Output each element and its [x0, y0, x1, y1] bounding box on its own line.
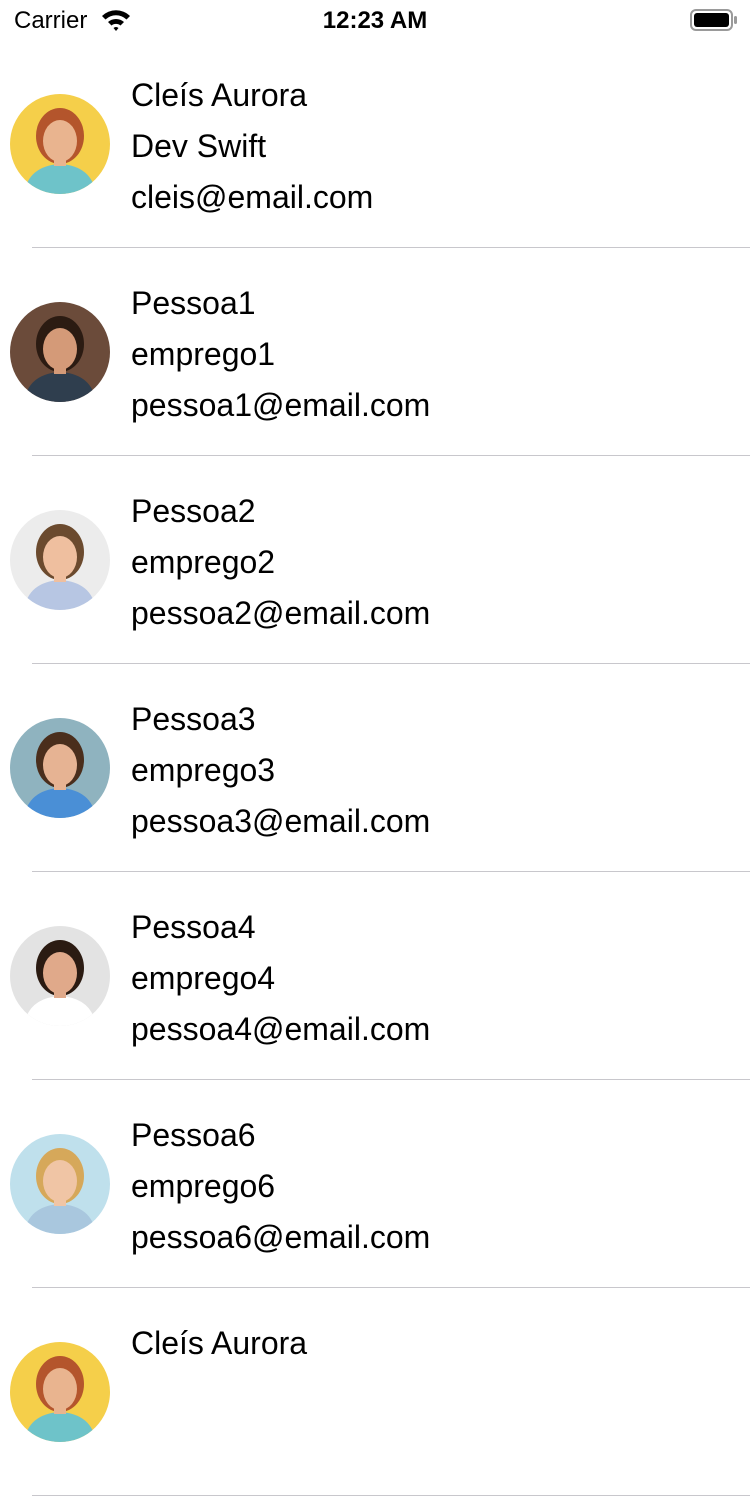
contact-row[interactable]: Pessoa1 emprego1 pessoa1@email.com	[0, 248, 750, 456]
contact-list[interactable]: Cleís Aurora Dev Swift cleis@email.com Pess…	[0, 40, 750, 1496]
contact-row[interactable]: Pessoa2 emprego2 pessoa2@email.com	[0, 456, 750, 664]
contact-email: pessoa3@email.com	[131, 803, 431, 839]
contact-name: Pessoa4	[131, 909, 256, 945]
contact-job: emprego6	[131, 1168, 276, 1204]
contact-email: pessoa1@email.com	[131, 387, 431, 423]
avatar	[10, 94, 110, 194]
status-time: 12:23 AM	[322, 7, 428, 34]
contact-email: pessoa4@email.com	[131, 1011, 431, 1047]
status-bar: Carrier 12:23 AM	[0, 0, 750, 40]
contact-info: Pessoa2 emprego2 pessoa2@email.com	[131, 486, 430, 639]
avatar	[10, 1342, 110, 1442]
avatar	[10, 302, 110, 402]
contact-name: Cleís Aurora	[131, 1325, 308, 1361]
contact-name: Pessoa3	[131, 701, 256, 737]
contact-job	[131, 1369, 307, 1420]
contact-job: emprego1	[131, 336, 276, 372]
contact-name: Pessoa1	[131, 285, 256, 321]
contact-email: pessoa6@email.com	[131, 1219, 431, 1255]
contact-info: Pessoa3 emprego3 pessoa3@email.com	[131, 694, 430, 847]
battery-icon	[690, 9, 738, 31]
contact-row[interactable]: Cleís Aurora	[0, 1288, 750, 1496]
contact-row[interactable]: Cleís Aurora Dev Swift cleis@email.com	[0, 40, 750, 248]
avatar	[10, 926, 110, 1026]
contact-job: Dev Swift	[131, 128, 267, 164]
contact-email: pessoa2@email.com	[131, 595, 431, 631]
contact-email	[131, 1420, 307, 1471]
contact-name: Pessoa6	[131, 1117, 256, 1153]
contact-info: Cleís Aurora Dev Swift cleis@email.com	[131, 70, 373, 223]
contact-name: Cleís Aurora	[131, 77, 308, 113]
contact-job: emprego2	[131, 544, 276, 580]
contact-job: emprego3	[131, 752, 276, 788]
contact-email: cleis@email.com	[131, 179, 374, 215]
contact-row[interactable]: Pessoa4 emprego4 pessoa4@email.com	[0, 872, 750, 1080]
contact-info: Cleís Aurora	[131, 1318, 307, 1471]
contact-row[interactable]: Pessoa6 emprego6 pessoa6@email.com	[0, 1080, 750, 1288]
contact-job: emprego4	[131, 960, 276, 996]
avatar	[10, 510, 110, 610]
avatar	[10, 718, 110, 818]
contact-info: Pessoa6 emprego6 pessoa6@email.com	[131, 1110, 430, 1263]
avatar	[10, 1134, 110, 1234]
contact-info: Pessoa4 emprego4 pessoa4@email.com	[131, 902, 430, 1055]
contact-row[interactable]: Pessoa3 emprego3 pessoa3@email.com	[0, 664, 750, 872]
contact-name: Pessoa2	[131, 493, 256, 529]
contact-info: Pessoa1 emprego1 pessoa1@email.com	[131, 278, 430, 431]
